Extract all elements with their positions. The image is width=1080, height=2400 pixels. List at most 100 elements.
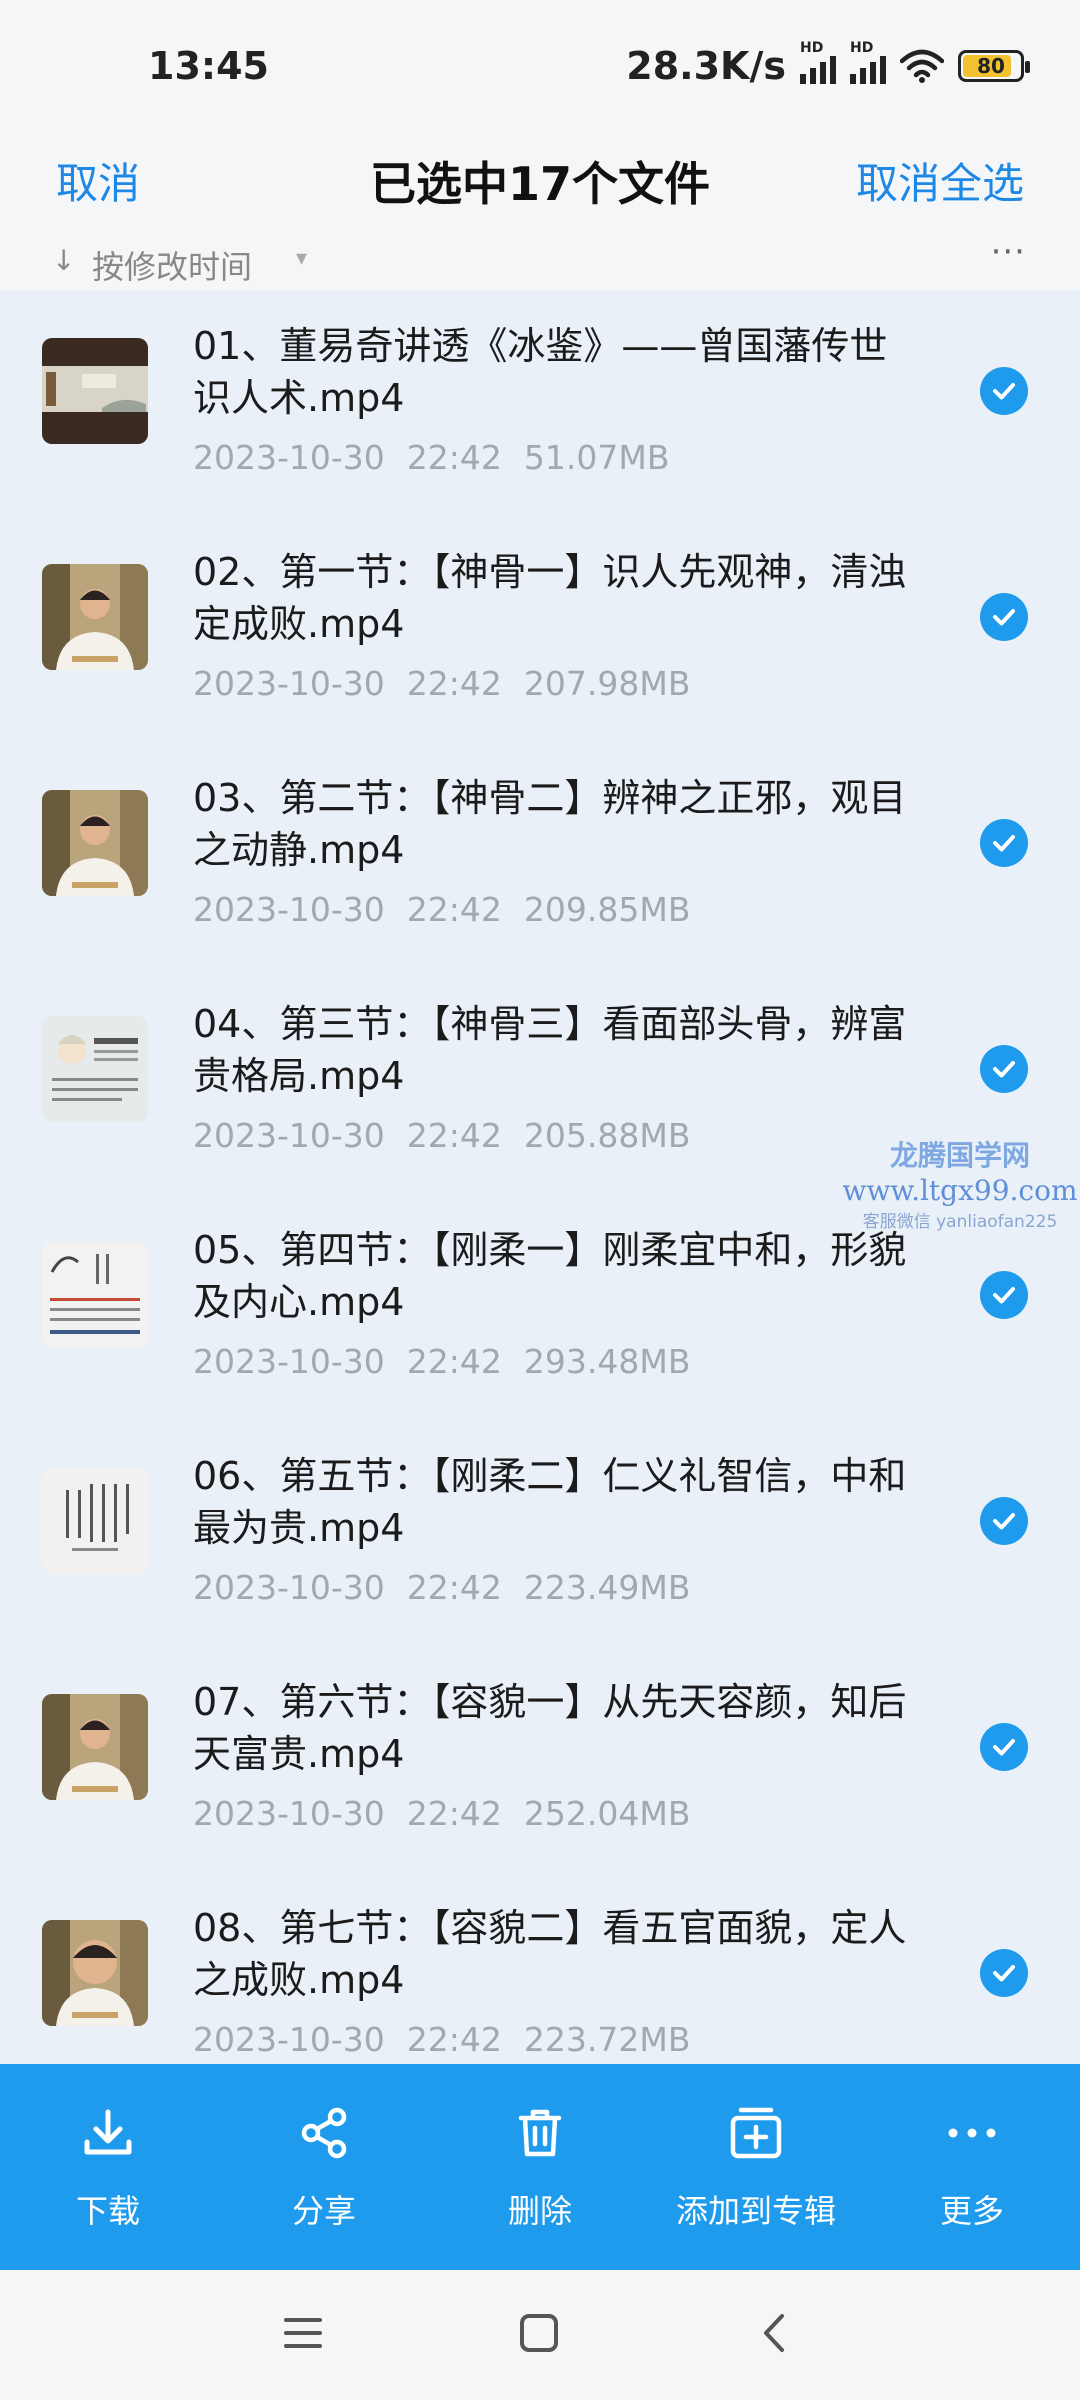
file-meta: 2023-10-30 22:42 293.48MB [193,1342,690,1381]
file-date: 2023-10-30 [193,2020,385,2059]
hd-label: HD [800,40,824,56]
file-date: 2023-10-30 [193,890,385,929]
selected-check-icon[interactable] [980,1497,1028,1545]
download-label: 下载 [75,2192,140,2230]
trash-icon [518,2109,562,2157]
video-thumbnail [42,1694,148,1800]
file-size: 293.48MB [523,1342,691,1381]
more-label: 更多 [939,2192,1004,2230]
selected-check-icon[interactable] [980,1723,1028,1771]
file-date: 2023-10-30 [193,1794,385,1833]
file-meta: 2023-10-30 22:42 205.88MB [193,1116,690,1155]
status-bar: 13:45 28.3K/s HD HD 80 [0,0,1080,130]
status-icons: 28.3K/s HD HD 80 [626,40,1030,88]
file-date: 2023-10-30 [193,1568,385,1607]
file-name: 07、第六节：【容貌一】从先天容颜，知后天富贵.mp4 [193,1680,907,1776]
video-thumbnail [42,1242,148,1348]
sort-arrow-icon[interactable]: ↓ [52,244,75,277]
menu-icon[interactable] [280,2310,326,2356]
file-time: 22:42 [406,1342,502,1381]
more-button[interactable]: 更多 [864,2064,1080,2270]
file-time: 22:42 [406,438,502,477]
file-list-item[interactable]: 01、董易奇讲透《冰鉴》——曾国藩传世识人术.mp4 2023-10-30 22:4… [0,290,1080,516]
deselect-all-button[interactable]: 取消全选 [856,150,1024,211]
file-list-item[interactable]: 02、第一节：【神骨一】识人先观神，清浊定成败.mp4 2023-10-30 22:… [0,516,1080,742]
add-to-album-button[interactable]: 添加到专辑 [648,2064,864,2270]
video-thumbnail [42,338,148,444]
file-list-item[interactable]: 05、第四节：【刚柔一】刚柔宜中和，形貌及内心.mp4 2023-10-30 22:… [0,1194,1080,1420]
selected-check-icon[interactable] [980,1271,1028,1319]
share-button[interactable]: 分享 [216,2064,432,2270]
file-size: 223.49MB [523,1568,691,1607]
file-list-item[interactable]: 08、第七节：【容貌二】看五官面貌，定人之成败.mp4 2023-10-30 22:… [0,1872,1080,2064]
file-list-item[interactable]: 04、第三节：【神骨三】看面部头骨，辨富贵格局.mp4 2023-10-30 22:… [0,968,1080,1194]
file-date: 2023-10-30 [193,1116,385,1155]
sort-option[interactable]: 按修改时间 [92,242,252,288]
file-name: 01、董易奇讲透《冰鉴》——曾国藩传世识人术.mp4 [193,324,888,420]
selected-check-icon[interactable] [980,367,1028,415]
file-date: 2023-10-30 [193,438,385,477]
signal-icon: HD [800,40,836,84]
more-icon [948,2128,996,2138]
file-time: 22:42 [406,1794,502,1833]
video-thumbnail [42,1468,148,1574]
file-time: 22:42 [406,1116,502,1155]
file-size: 209.85MB [523,890,691,929]
file-list-item[interactable]: 06、第五节：【刚柔二】仁义礼智信，中和最为贵.mp4 2023-10-30 22:… [0,1420,1080,1646]
file-name: 08、第七节：【容貌二】看五官面貌，定人之成败.mp4 [193,1906,907,2002]
video-thumbnail [42,564,148,670]
file-name: 04、第三节：【神骨三】看面部头骨，辨富贵格局.mp4 [193,1002,907,1098]
video-thumbnail [42,790,148,896]
selected-check-icon[interactable] [980,593,1028,641]
delete-button[interactable]: 删除 [432,2064,648,2270]
action-bar: 下载 分享 删除 添加到专辑 更多 [0,2064,1080,2270]
battery-level: 80 [977,54,1005,78]
file-list-item[interactable]: 07、第六节：【容貌一】从先天容颜，知后天富贵.mp4 2023-10-30 22:… [0,1646,1080,1872]
sort-bar: ↓ 按修改时间 ▾ ··· [0,240,1080,290]
video-thumbnail [42,1016,148,1122]
status-time: 13:45 [148,44,269,88]
file-time: 22:42 [406,1568,502,1607]
hd-label-2: HD [850,40,874,56]
file-meta: 2023-10-30 22:42 209.85MB [193,890,690,929]
file-size: 207.98MB [523,664,691,703]
file-time: 22:42 [406,890,502,929]
system-nav-bar [0,2270,1080,2400]
battery-icon: 80 [958,50,1030,82]
file-name: 05、第四节：【刚柔一】刚柔宜中和，形貌及内心.mp4 [193,1228,907,1324]
download-icon [84,2109,132,2155]
back-icon[interactable] [752,2310,798,2356]
selected-check-icon[interactable] [980,1045,1028,1093]
file-size: 205.88MB [523,1116,691,1155]
file-meta: 2023-10-30 22:42 223.49MB [193,1568,690,1607]
file-meta: 2023-10-30 22:42 51.07MB [193,438,669,477]
file-time: 22:42 [406,2020,502,2059]
share-icon [301,2107,347,2159]
wifi-icon [900,49,944,83]
network-speed: 28.3K/s [626,44,786,88]
file-date: 2023-10-30 [193,1342,385,1381]
download-button[interactable]: 下载 [0,2064,216,2270]
file-time: 22:42 [406,664,502,703]
file-name: 06、第五节：【刚柔二】仁义礼智信，中和最为贵.mp4 [193,1454,907,1550]
file-date: 2023-10-30 [193,664,385,703]
file-meta: 2023-10-30 22:42 223.72MB [193,2020,690,2059]
delete-label: 删除 [507,2192,572,2230]
file-size: 223.72MB [523,2020,691,2059]
add-to-album-label: 添加到专辑 [675,2192,836,2230]
file-name: 02、第一节：【神骨一】识人先观神，清浊定成败.mp4 [193,550,907,646]
video-thumbnail [42,1920,148,2026]
home-icon[interactable] [516,2310,562,2356]
share-label: 分享 [291,2192,356,2230]
file-size: 252.04MB [523,1794,691,1833]
selected-check-icon[interactable] [980,1949,1028,1997]
file-list-item[interactable]: 03、第二节：【神骨二】辨神之正邪，观目之动静.mp4 2023-10-30 22:… [0,742,1080,968]
file-meta: 2023-10-30 22:42 252.04MB [193,1794,690,1833]
file-meta: 2023-10-30 22:42 207.98MB [193,664,690,703]
chevron-down-icon[interactable]: ▾ [296,246,307,271]
more-options-icon[interactable]: ··· [991,240,1026,272]
selected-check-icon[interactable] [980,819,1028,867]
file-name: 03、第二节：【神骨二】辨神之正邪，观目之动静.mp4 [193,776,907,872]
selection-header: 取消 已选中17个文件 取消全选 [0,130,1080,240]
file-list: 01、董易奇讲透《冰鉴》——曾国藩传世识人术.mp4 2023-10-30 22:4… [0,290,1080,2064]
